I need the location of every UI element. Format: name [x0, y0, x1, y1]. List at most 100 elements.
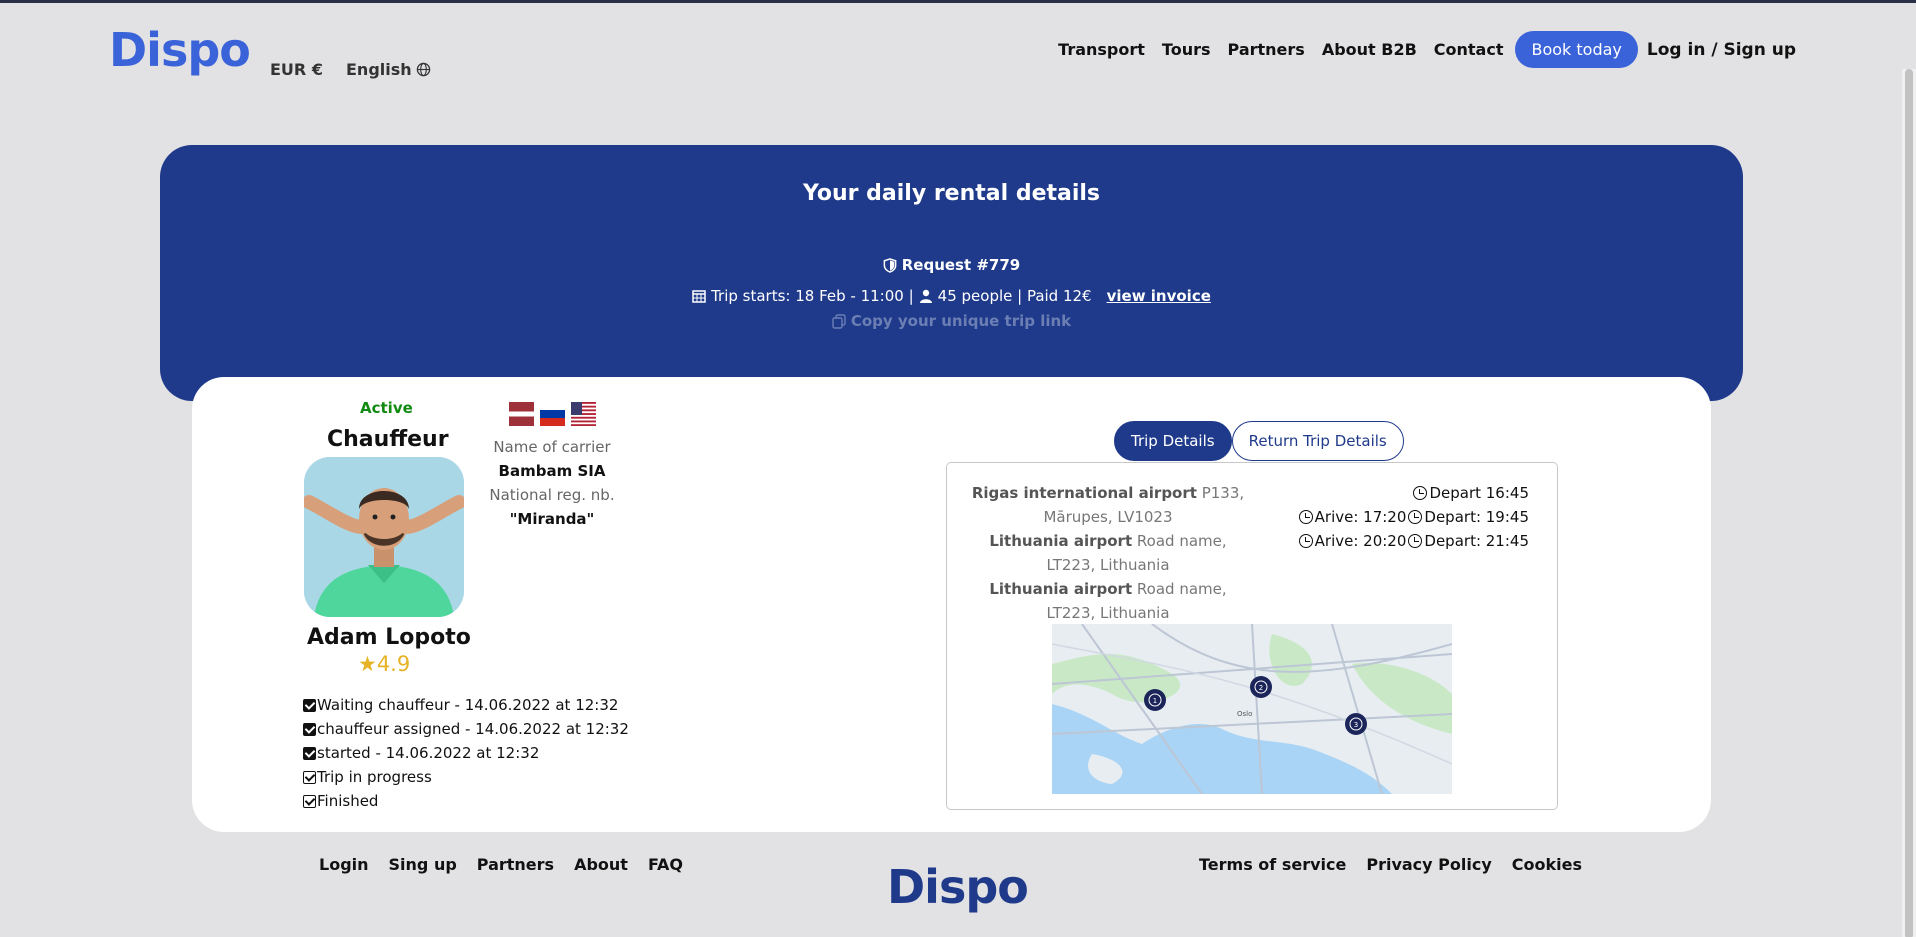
- status-step: chauffeur assigned - 14.06.2022 at 12:32: [303, 717, 629, 741]
- driver-role: Chauffeur: [327, 427, 449, 452]
- driver-photo: [304, 457, 464, 617]
- shield-icon: [883, 257, 897, 273]
- login-signup-link[interactable]: Log in / Sign up: [1647, 40, 1796, 60]
- reg-number: "Miranda": [509, 510, 595, 528]
- tab-trip-details[interactable]: Trip Details: [1114, 421, 1232, 461]
- clock-icon: [1413, 486, 1428, 500]
- copy-trip-link[interactable]: Copy your unique trip link: [160, 312, 1743, 330]
- checkbox-outline-icon: [303, 770, 316, 784]
- driver-name: Adam Lopoto: [307, 625, 471, 650]
- footer-terms[interactable]: Terms of service: [1199, 855, 1346, 874]
- logo[interactable]: Dispo: [109, 23, 251, 77]
- status-step: Finished: [303, 789, 629, 813]
- step-label: Trip in progress: [317, 768, 432, 786]
- clock-icon: [1408, 510, 1423, 524]
- currency-selector[interactable]: EUR €: [270, 60, 323, 79]
- step-label: Finished: [317, 792, 379, 810]
- trip-details-panel: Rigas international airport P133, Mārupe…: [946, 462, 1558, 810]
- trip-tabs: Trip Details Return Trip Details: [1114, 421, 1404, 461]
- map-marker-1[interactable]: 1: [1144, 689, 1166, 711]
- step-label: chauffeur assigned - 14.06.2022 at 12:32: [317, 720, 629, 738]
- stop-item: Rigas international airport P133, Mārupe…: [967, 481, 1249, 529]
- status-step: started - 14.06.2022 at 12:32: [303, 741, 629, 765]
- route-map[interactable]: Oslo 1 2 3: [1052, 624, 1452, 794]
- nav-tours[interactable]: Tours: [1162, 40, 1211, 59]
- status-badge: Active: [360, 399, 413, 417]
- request-id: Request #779: [160, 256, 1743, 274]
- footer-about[interactable]: About: [574, 855, 628, 874]
- stop-item: Lithuania airport Road name, LT223, Lith…: [967, 529, 1249, 577]
- map-marker-2[interactable]: 2: [1250, 676, 1272, 698]
- top-nav: Transport Tours Partners About B2B Conta…: [1041, 31, 1796, 68]
- latvia-flag-icon: [509, 402, 534, 426]
- footer-cookies[interactable]: Cookies: [1512, 855, 1582, 874]
- trip-start: Trip starts: 18 Feb - 11:00 |: [711, 287, 914, 305]
- time-row: Depart 16:45: [1299, 481, 1529, 505]
- footer-links-right: Terms of service Privacy Policy Cookies: [1199, 855, 1582, 874]
- checkbox-checked-icon: [303, 722, 316, 736]
- arrive-time: Arive: 20:20: [1314, 532, 1407, 550]
- depart-time: Depart: 19:45: [1424, 508, 1529, 526]
- russia-flag-icon: [540, 402, 565, 426]
- nav-about-b2b[interactable]: About B2B: [1322, 40, 1417, 59]
- globe-icon: [416, 62, 430, 77]
- stops-list: Rigas international airport P133, Mārupe…: [967, 481, 1249, 625]
- footer-logo[interactable]: Dispo: [887, 860, 1029, 914]
- map-city-label: Oslo: [1237, 710, 1252, 718]
- checkbox-checked-icon: [303, 746, 316, 760]
- depart-time: Depart: 21:45: [1424, 532, 1529, 550]
- checkbox-outline-icon: [303, 794, 316, 808]
- language-label: English: [346, 60, 412, 79]
- footer-faq[interactable]: FAQ: [648, 855, 683, 874]
- stop-item: Lithuania airport Road name, LT223, Lith…: [967, 577, 1249, 625]
- stop-name: Lithuania airport: [989, 580, 1133, 598]
- page-title: Your daily rental details: [802, 181, 1101, 206]
- copy-icon: [832, 313, 846, 329]
- language-flags: [509, 402, 596, 426]
- footer-links-left: Login Sing up Partners About FAQ: [319, 855, 683, 874]
- time-row: Arive: 20:20 Depart: 21:45: [1298, 529, 1529, 553]
- footer-partners[interactable]: Partners: [477, 855, 554, 874]
- tab-return-trip-details[interactable]: Return Trip Details: [1231, 421, 1404, 461]
- trip-summary: Trip starts: 18 Feb - 11:00 | 45 people …: [160, 287, 1743, 305]
- svg-text:1: 1: [1153, 697, 1157, 705]
- footer-login[interactable]: Login: [319, 855, 369, 874]
- copy-link-label: Copy your unique trip link: [850, 312, 1072, 330]
- footer-signup[interactable]: Sing up: [389, 855, 457, 874]
- stop-name: Rigas international airport: [971, 484, 1197, 502]
- nav-transport[interactable]: Transport: [1058, 40, 1145, 59]
- carrier-name-label: Name of carrier: [493, 438, 611, 456]
- book-today-button[interactable]: Book today: [1515, 31, 1638, 68]
- step-label: Waiting chauffeur - 14.06.2022 at 12:32: [317, 696, 619, 714]
- currency-label: EUR €: [270, 60, 323, 79]
- map-marker-3[interactable]: 3: [1345, 713, 1367, 735]
- time-row: Arive: 17:20 Depart: 19:45: [1298, 505, 1529, 529]
- people-paid: 45 people | Paid 12€: [937, 287, 1092, 305]
- view-invoice-link[interactable]: view invoice: [1107, 287, 1211, 305]
- checkbox-checked-icon: [303, 698, 316, 712]
- language-selector[interactable]: English: [346, 60, 431, 79]
- hero-banner: Your daily rental details Request #779 T…: [160, 145, 1743, 401]
- clock-icon: [1408, 534, 1423, 548]
- nav-contact[interactable]: Contact: [1434, 40, 1504, 59]
- footer-privacy[interactable]: Privacy Policy: [1366, 855, 1491, 874]
- arrive-time: Arive: 17:20: [1314, 508, 1407, 526]
- request-label: Request #779: [901, 256, 1021, 274]
- usa-flag-icon: [571, 402, 596, 426]
- clock-icon: [1298, 510, 1313, 524]
- stop-name: Lithuania airport: [989, 532, 1133, 550]
- reg-number-label: National reg. nb.: [489, 486, 615, 504]
- calendar-icon: [692, 290, 706, 303]
- svg-text:2: 2: [1259, 684, 1263, 692]
- svg-text:3: 3: [1354, 721, 1358, 729]
- person-icon: [919, 289, 932, 303]
- clock-icon: [1298, 534, 1313, 548]
- status-step: Trip in progress: [303, 765, 629, 789]
- driver-rating: ★4.9: [358, 652, 411, 676]
- page-scrollbar[interactable]: [1902, 69, 1916, 937]
- nav-partners[interactable]: Partners: [1228, 40, 1305, 59]
- status-step: Waiting chauffeur - 14.06.2022 at 12:32: [303, 693, 629, 717]
- step-label: started - 14.06.2022 at 12:32: [317, 744, 540, 762]
- carrier-info: Name of carrier Bambam SIA National reg.…: [480, 435, 624, 531]
- depart-time: Depart 16:45: [1429, 484, 1529, 502]
